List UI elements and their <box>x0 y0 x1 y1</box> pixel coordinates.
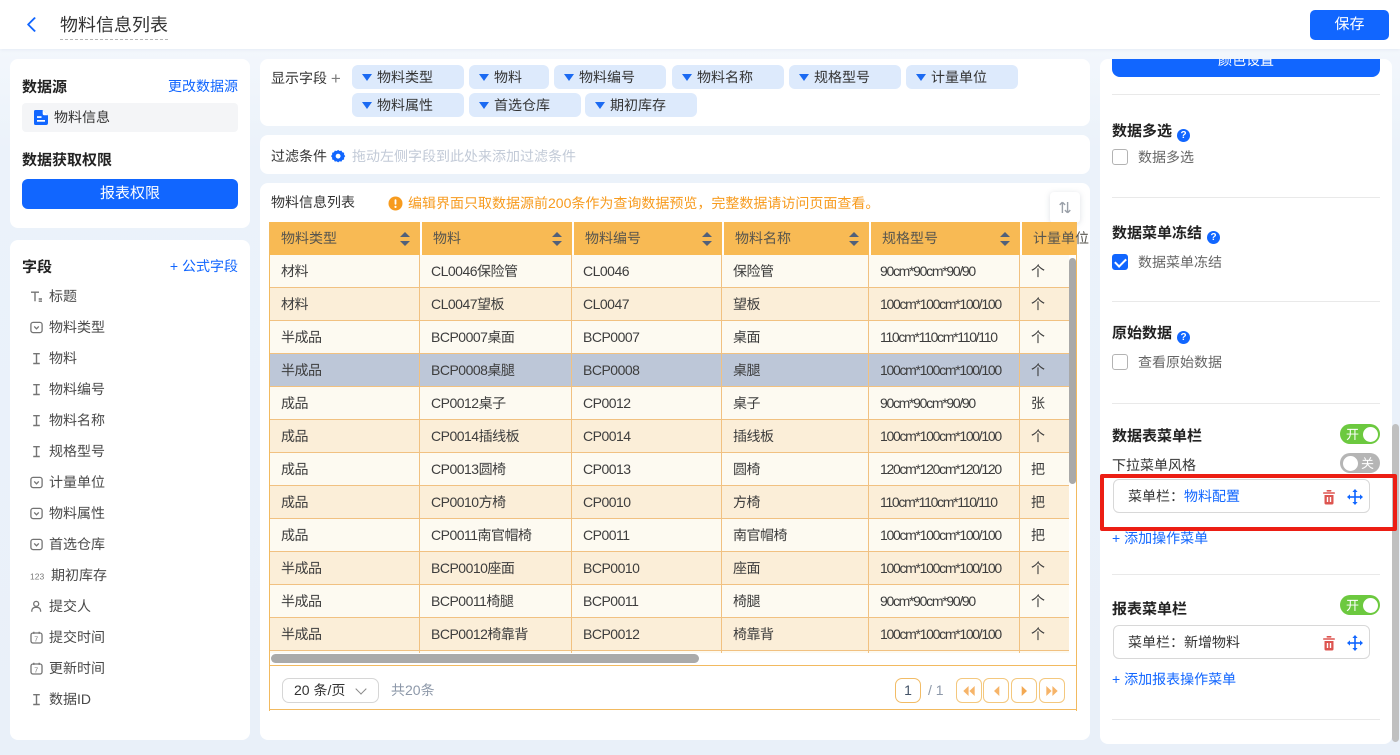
svg-text:123: 123 <box>30 572 44 582</box>
svg-text:7: 7 <box>34 667 38 674</box>
svg-text:7: 7 <box>34 636 38 643</box>
